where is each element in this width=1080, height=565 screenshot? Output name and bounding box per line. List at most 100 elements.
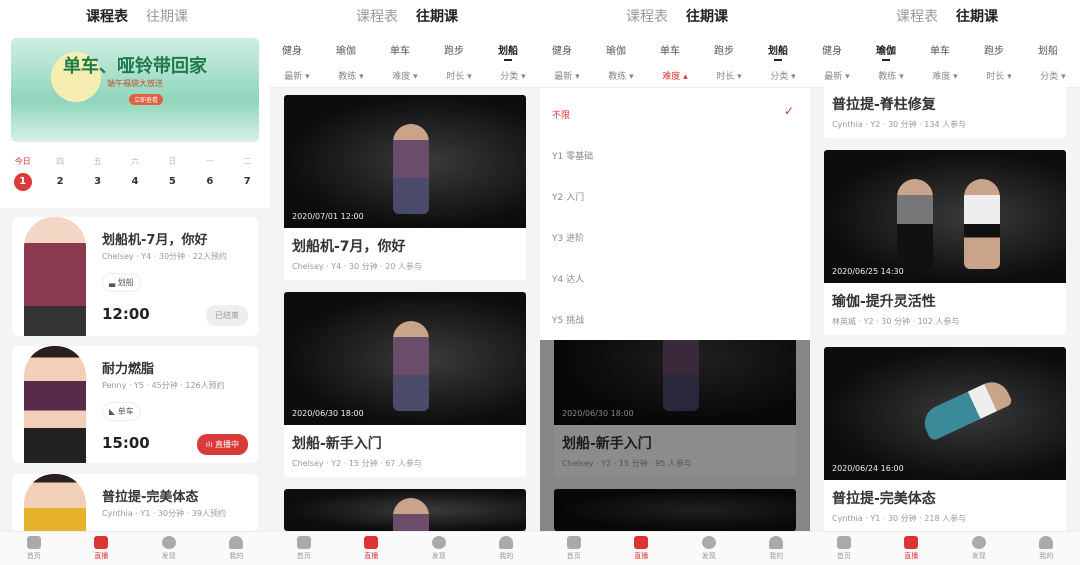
day-5[interactable]: 一6 <box>196 156 224 191</box>
play-icon <box>94 536 109 549</box>
nav-label: 发现 <box>431 552 446 560</box>
day-2[interactable]: 五3 <box>84 156 112 191</box>
category-bar: 健身 瑜伽 单车 跑步 划船 最新 ▾ 教练 ▾ 难度 ▾ 时长 ▾ 分类 ▾ <box>270 30 540 88</box>
filter-label: 分类 <box>770 72 789 82</box>
status-ended-button[interactable]: 已结束 <box>206 305 248 326</box>
class-card[interactable]: 划船机-7月，你好 Chelsey · Y4 · 30分钟 · 22人预约 ▃ … <box>12 217 258 336</box>
filter-label: 难度 <box>392 72 411 82</box>
filter-coach[interactable]: 教练 ▾ <box>326 69 376 82</box>
category-rowing[interactable]: 划船 <box>758 42 798 61</box>
category-fitness[interactable]: 健身 <box>812 42 852 57</box>
tab-past[interactable]: 往期课 <box>686 6 728 26</box>
category-yoga[interactable]: 瑜伽 <box>866 42 906 61</box>
weekday-label: 五 <box>93 157 102 166</box>
nav-home[interactable]: 首页 <box>0 532 68 565</box>
video-card[interactable]: 2020/06/24 16:00 普拉提-完美体态 Cynthia · Y1 ·… <box>824 347 1066 532</box>
promo-banner[interactable]: 单车、哑铃带回家 端午福袋大放送 立即查看 <box>11 38 259 142</box>
filter-duration[interactable]: 时长 ▾ <box>434 69 484 82</box>
tab-schedule[interactable]: 课程表 <box>896 6 938 26</box>
option-any[interactable]: 不限 <box>552 108 570 121</box>
category-fitness[interactable]: 健身 <box>542 42 582 57</box>
category-running[interactable]: 跑步 <box>974 42 1014 57</box>
nav-discover[interactable]: 发现 <box>945 532 1013 565</box>
nav-label: 首页 <box>296 552 311 560</box>
caret-down-icon: ▾ <box>737 72 742 82</box>
nav-home[interactable]: 首页 <box>540 532 608 565</box>
filter-difficulty[interactable]: 难度 ▾ <box>380 69 430 82</box>
category-cycling[interactable]: 单车 <box>650 42 690 57</box>
tab-schedule[interactable]: 课程表 <box>626 6 668 26</box>
category-running[interactable]: 跑步 <box>434 42 474 57</box>
option-y4[interactable]: Y4 达人 <box>552 272 584 285</box>
option-y1[interactable]: Y1 零基础 <box>552 149 593 162</box>
tab-schedule[interactable]: 课程表 <box>86 6 128 26</box>
nav-me[interactable]: 我的 <box>473 532 541 565</box>
category-yoga[interactable]: 瑜伽 <box>326 42 366 57</box>
filter-category[interactable]: 分类 ▾ <box>488 69 538 82</box>
option-y3[interactable]: Y3 进阶 <box>552 231 584 244</box>
day-6[interactable]: 二7 <box>233 156 261 191</box>
filter-coach[interactable]: 教练 ▾ <box>866 69 916 82</box>
category-fitness[interactable]: 健身 <box>272 42 312 57</box>
filter-category[interactable]: 分类 ▾ <box>758 69 808 82</box>
nav-live[interactable]: 直播 <box>338 532 406 565</box>
filter-label: 时长 <box>446 72 465 82</box>
filter-difficulty[interactable]: 难度 ▴ <box>650 69 700 82</box>
bottom-nav: 首页 直播 发现 我的 <box>810 531 1080 565</box>
category-cycling[interactable]: 单车 <box>920 42 960 57</box>
filter-category[interactable]: 分类 ▾ <box>1028 69 1078 82</box>
class-tag: ▃ 划船 <box>102 273 141 292</box>
live-now-button[interactable]: ılı 直播中 <box>196 434 248 455</box>
tab-past[interactable]: 往期课 <box>956 6 998 26</box>
nav-me[interactable]: 我的 <box>203 532 271 565</box>
nav-discover[interactable]: 发现 <box>405 532 473 565</box>
past-rowing-screen: 课程表 往期课 健身 瑜伽 单车 跑步 划船 最新 ▾ 教练 ▾ 难度 ▾ 时长… <box>270 0 540 565</box>
nav-me[interactable]: 我的 <box>743 532 811 565</box>
video-card[interactable]: 2020/07/01 12:00 划船机-7月，你好 Chelsey · Y4 … <box>284 95 526 280</box>
day-3[interactable]: 六4 <box>121 156 149 191</box>
tab-schedule[interactable]: 课程表 <box>356 6 398 26</box>
filter-newest[interactable]: 最新 ▾ <box>272 69 322 82</box>
filter-duration[interactable]: 时长 ▾ <box>704 69 754 82</box>
day-4[interactable]: 日5 <box>158 156 186 191</box>
filter-coach[interactable]: 教练 ▾ <box>596 69 646 82</box>
dropdown-backdrop[interactable] <box>540 340 810 531</box>
user-icon <box>1039 536 1054 549</box>
filter-difficulty[interactable]: 难度 ▾ <box>920 69 970 82</box>
video-card[interactable]: 2020/06/25 14:30 瑜伽-提升灵活性 林英城 · Y2 · 30 … <box>824 150 1066 335</box>
nav-home[interactable]: 首页 <box>810 532 878 565</box>
nav-discover[interactable]: 发现 <box>675 532 743 565</box>
video-card[interactable] <box>284 489 526 531</box>
nav-label: 我的 <box>1039 552 1054 560</box>
tab-past[interactable]: 往期课 <box>416 6 458 26</box>
day-0[interactable]: 今日 1 <box>9 156 37 191</box>
class-card[interactable]: 耐力燃脂 Penny · Y5 · 45分钟 · 126人预约 ◣ 单车 15:… <box>12 346 258 463</box>
video-thumbnail: 2020/07/01 12:00 <box>284 95 526 228</box>
category-running[interactable]: 跑步 <box>704 42 744 57</box>
play-icon <box>364 536 379 549</box>
category-cycling[interactable]: 单车 <box>380 42 420 57</box>
nav-me[interactable]: 我的 <box>1013 532 1080 565</box>
nav-home[interactable]: 首页 <box>270 532 338 565</box>
day-1[interactable]: 四2 <box>46 156 74 191</box>
nav-live[interactable]: 直播 <box>608 532 676 565</box>
option-y2[interactable]: Y2 入门 <box>552 190 584 203</box>
bike-icon: ◣ <box>109 407 118 416</box>
category-yoga[interactable]: 瑜伽 <box>596 42 636 57</box>
nav-discover[interactable]: 发现 <box>135 532 203 565</box>
filter-newest[interactable]: 最新 ▾ <box>542 69 592 82</box>
video-meta: Chelsey · Y4 · 30 分钟 · 20 人参与 <box>292 262 422 271</box>
category-rowing[interactable]: 划船 <box>1028 42 1068 57</box>
tab-past[interactable]: 往期课 <box>146 6 188 26</box>
video-card[interactable]: 2020/06/30 18:00 划船-新手入门 Chelsey · Y2 · … <box>284 292 526 477</box>
home-icon <box>296 536 311 549</box>
class-card[interactable]: 普拉提-完美体态 Cynthia · Y1 · 30分钟 · 39人预约 <box>12 474 258 531</box>
filter-newest[interactable]: 最新 ▾ <box>812 69 862 82</box>
nav-live[interactable]: 直播 <box>68 532 136 565</box>
filter-duration[interactable]: 时长 ▾ <box>974 69 1024 82</box>
category-rowing[interactable]: 划船 <box>488 42 528 61</box>
banner-cta[interactable]: 立即查看 <box>129 94 164 105</box>
option-y5[interactable]: Y5 挑战 <box>552 313 584 326</box>
video-card[interactable]: 普拉提-脊柱修复 Cynthia · Y2 · 30 分钟 · 134 人参与 <box>824 84 1066 138</box>
nav-live[interactable]: 直播 <box>878 532 946 565</box>
